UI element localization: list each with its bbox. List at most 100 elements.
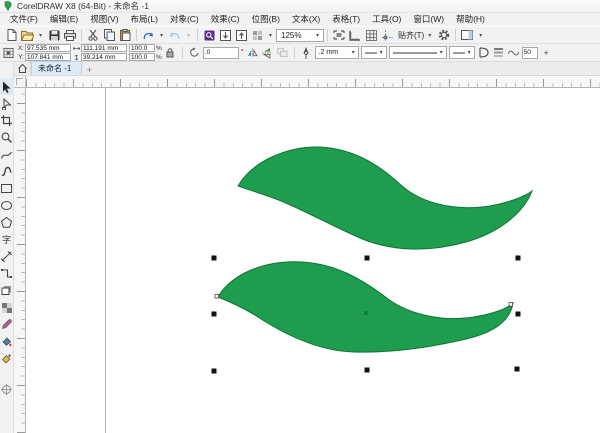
copy-icon[interactable] — [101, 28, 117, 43]
open-icon[interactable] — [19, 28, 35, 43]
drop-shadow-tool[interactable] — [0, 282, 14, 299]
object-width-field[interactable] — [81, 44, 127, 52]
search-content-icon[interactable] — [201, 28, 217, 43]
zoom-level-select[interactable]: 125% ▾ — [276, 28, 324, 42]
export-icon[interactable] — [233, 28, 249, 43]
curve-node[interactable] — [508, 302, 513, 307]
rotation-angle-field[interactable] — [202, 46, 239, 59]
text-tool[interactable]: 字 — [0, 231, 14, 248]
lower-wave-leaf-shape-selected[interactable] — [217, 261, 514, 353]
selection-handle-top-middle[interactable] — [364, 255, 370, 261]
color-eyedropper-tool[interactable] — [0, 316, 14, 333]
selection-handle-top-left[interactable] — [211, 255, 217, 261]
menu-view[interactable]: 视图(V) — [84, 13, 124, 26]
freehand-tool[interactable] — [0, 146, 14, 163]
artistic-media-tool[interactable] — [0, 163, 14, 180]
menu-help[interactable]: 帮助(H) — [450, 13, 491, 26]
add-button[interactable]: + — [540, 46, 553, 60]
show-guidelines-icon[interactable] — [379, 28, 395, 43]
menu-file[interactable]: 文件(F) — [4, 13, 44, 26]
mirror-vertical-icon[interactable] — [261, 46, 274, 60]
object-properties-icon[interactable] — [492, 46, 505, 60]
show-grid-icon[interactable] — [363, 28, 379, 43]
menu-object[interactable]: 对象(C) — [164, 13, 205, 26]
dockers-dropdown-caret[interactable]: ▾ — [475, 28, 486, 43]
crop-tool[interactable] — [0, 112, 14, 129]
toolbar-separator — [81, 29, 82, 41]
wrap-paragraph-text-icon[interactable] — [477, 46, 490, 60]
selection-handle-middle-left[interactable] — [211, 311, 217, 317]
pick-tool[interactable] — [0, 78, 14, 95]
redo-icon[interactable] — [167, 28, 183, 43]
full-screen-preview-icon[interactable] — [331, 28, 347, 43]
fine-position-tool[interactable] — [0, 381, 14, 398]
x-label: X: — [17, 44, 24, 52]
menu-effects[interactable]: 效果(C) — [205, 13, 246, 26]
selection-handle-middle-right[interactable] — [515, 311, 521, 317]
menu-tools[interactable]: 工具(O) — [366, 13, 407, 26]
outline-pen-icon — [300, 46, 313, 60]
scale-factor-icon[interactable] — [276, 46, 289, 60]
ruler-origin-corner[interactable] — [14, 76, 26, 88]
mirror-horizontal-icon[interactable] — [246, 46, 259, 60]
smart-fill-tool[interactable] — [0, 350, 14, 367]
outline-width-select[interactable]: .2 mm ▾ — [314, 46, 359, 59]
document-tab-active[interactable]: 未命名 -1 — [31, 61, 83, 75]
line-style-select[interactable]: ▾ — [388, 46, 447, 59]
selection-handle-bottom-middle[interactable] — [364, 367, 370, 373]
menu-bitmaps[interactable]: 位图(B) — [246, 13, 286, 26]
object-height-field[interactable] — [81, 53, 127, 61]
application-launcher-icon[interactable] — [249, 28, 265, 43]
print-icon[interactable] — [62, 28, 78, 43]
parallel-dimension-tool[interactable] — [0, 248, 14, 265]
lock-ratio-icon[interactable] — [164, 46, 177, 60]
rectangle-tool[interactable] — [0, 180, 14, 197]
save-icon[interactable] — [46, 28, 62, 43]
undo-dropdown-caret[interactable]: ▾ — [156, 28, 167, 43]
menu-table[interactable]: 表格(T) — [326, 13, 366, 26]
interactive-fill-tool[interactable] — [0, 333, 14, 350]
import-icon[interactable] — [217, 28, 233, 43]
selection-handle-bottom-left[interactable] — [211, 368, 217, 374]
undo-icon[interactable] — [140, 28, 156, 43]
welcome-home-icon[interactable] — [14, 61, 31, 75]
polygon-tool[interactable] — [0, 214, 14, 231]
new-document-icon[interactable] — [3, 28, 19, 43]
propbar-separator — [181, 46, 183, 59]
menu-edit[interactable]: 编辑(E) — [44, 13, 84, 26]
arrowhead-end-select[interactable]: ▾ — [448, 46, 475, 59]
arrowhead-start-select[interactable]: ▾ — [360, 46, 387, 59]
y-position-field[interactable] — [25, 53, 71, 61]
vertical-ruler[interactable] — [14, 88, 26, 433]
selection-handle-top-right[interactable] — [515, 255, 521, 261]
paste-icon[interactable] — [117, 28, 133, 43]
x-position-field[interactable] — [25, 44, 71, 52]
curve-node[interactable] — [214, 294, 219, 299]
ellipse-tool[interactable] — [0, 197, 14, 214]
shape-tool[interactable] — [0, 95, 14, 112]
menu-text[interactable]: 文本(X) — [286, 13, 326, 26]
cut-icon[interactable] — [85, 28, 101, 43]
open-dropdown-caret[interactable]: ▾ — [35, 28, 46, 43]
launcher-dropdown-caret[interactable]: ▾ — [265, 28, 276, 43]
upper-wave-leaf-shape[interactable] — [237, 146, 534, 250]
new-document-tab-button[interactable]: + — [82, 65, 96, 75]
scale-x-field[interactable] — [129, 44, 155, 52]
horizontal-ruler[interactable] — [26, 76, 600, 88]
show-rulers-icon[interactable] — [347, 28, 363, 43]
dockers-icon[interactable] — [459, 28, 475, 43]
selection-handle-bottom-right[interactable] — [514, 366, 520, 372]
redo-dropdown-caret[interactable]: ▾ — [183, 28, 194, 43]
zoom-tool[interactable] — [0, 129, 14, 146]
transparency-tool[interactable] — [0, 299, 14, 316]
snap-to-button[interactable]: 贴齐(T) ▾ — [395, 30, 436, 41]
menu-window[interactable]: 窗口(W) — [407, 13, 450, 26]
smoothing-field[interactable] — [521, 46, 538, 59]
scale-y-field[interactable] — [129, 53, 155, 61]
menu-layout[interactable]: 布局(L) — [125, 13, 164, 26]
options-gear-icon[interactable] — [436, 28, 452, 43]
outline-width-value: .2 mm — [318, 49, 339, 56]
toolbar-separator — [455, 29, 457, 41]
connector-tool[interactable] — [0, 265, 14, 282]
drawing-canvas[interactable] — [26, 88, 600, 433]
